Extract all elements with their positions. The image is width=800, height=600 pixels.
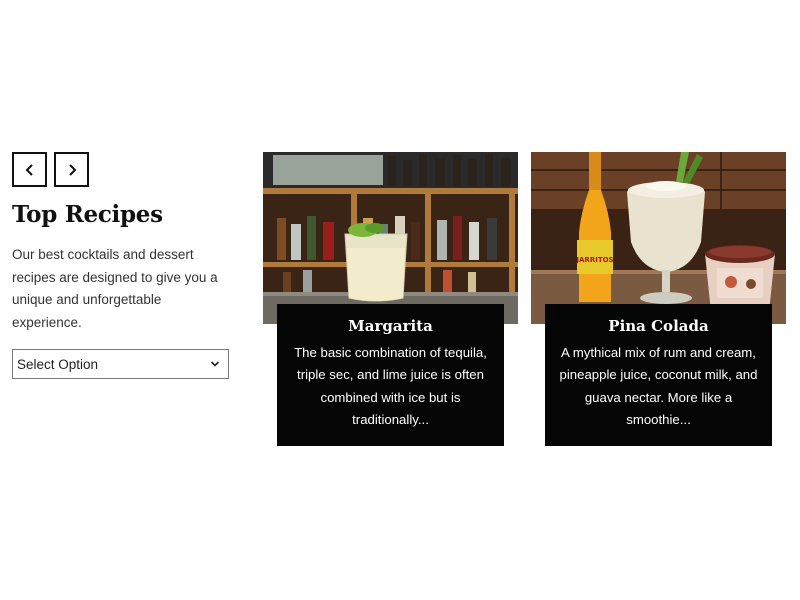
card-description: A mythical mix of rum and cream, pineapp… [559,345,758,428]
margarita-image[interactable] [263,152,518,324]
next-button[interactable] [54,152,89,187]
recipe-card-pina-colada[interactable]: JARRITOS Pina Colada A mythical mix of r… [531,152,786,446]
card-title: Margarita [348,317,433,335]
select-value: Select Option [17,356,99,372]
card-description: The basic combination of tequila, triple… [294,345,487,428]
recipes-section: Top Recipes Our best cocktails and desse… [0,0,800,600]
chevron-left-icon [25,163,33,176]
section-description: Our best cocktails and dessert recipes a… [12,247,218,330]
previous-button[interactable] [12,152,47,187]
margarita-card-body: Margarita The basic combination of tequi… [277,304,504,446]
recipe-select[interactable]: Select Option [12,349,229,379]
card-title: Pina Colada [608,317,709,335]
chevron-right-icon [68,163,76,176]
carousel-nav [12,152,230,187]
chevron-down-icon [210,361,220,367]
section-title: Top Recipes [12,201,163,228]
recipe-card-margarita[interactable]: Margarita The basic combination of tequi… [263,152,518,446]
pina-colada-card-body: Pina Colada A mythical mix of rum and cr… [545,304,772,446]
intro-column: Top Recipes Our best cocktails and desse… [12,152,230,379]
pina-colada-image[interactable]: JARRITOS [531,152,786,324]
bottle-label: JARRITOS [575,256,613,264]
